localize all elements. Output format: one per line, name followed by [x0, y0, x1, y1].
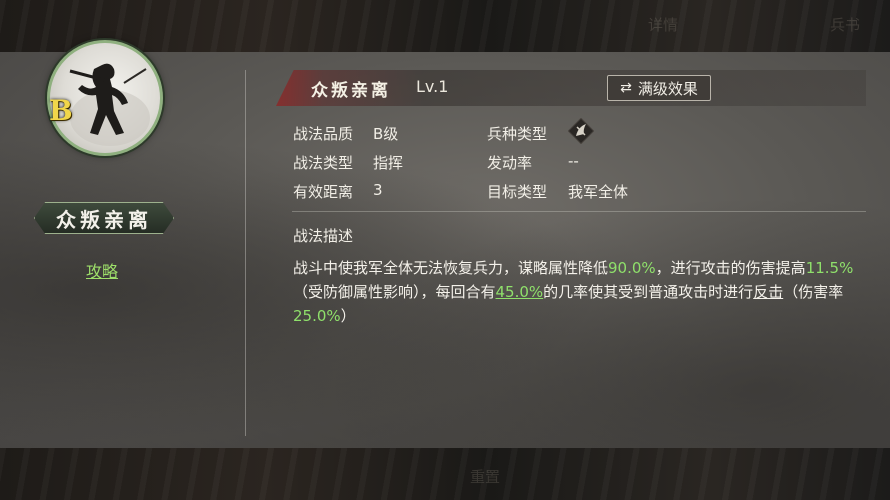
- background-bottom-hint: 重置: [470, 468, 501, 486]
- skill-level: Lv.1: [416, 77, 449, 96]
- trigger-rate-label: 发动率: [487, 154, 533, 172]
- troop-type-icon: [568, 118, 594, 144]
- grade-badge: B: [49, 94, 73, 127]
- range-value: 3: [373, 181, 383, 199]
- guide-link[interactable]: 攻略: [86, 258, 118, 282]
- skill-name: 众叛亲离: [311, 81, 391, 101]
- background-top: [0, 0, 890, 52]
- swap-icon: ⇄: [620, 80, 632, 96]
- desc-value-damage-rate: 25.0%: [293, 307, 341, 325]
- desc-text-4: 的几率使其受到普通攻击时进行: [543, 283, 754, 301]
- type-label: 战法类型: [293, 154, 354, 172]
- column-divider: [245, 70, 246, 436]
- range-label: 有效距离: [293, 183, 354, 201]
- quality-label: 战法品质: [293, 125, 354, 143]
- background-tab-left: 详情: [648, 16, 679, 34]
- counterattack-link[interactable]: 反击: [753, 283, 783, 301]
- description-heading: 战法描述: [293, 227, 354, 245]
- troop-type-label: 兵种类型: [487, 125, 548, 143]
- background-tab-right: 兵书: [830, 16, 861, 34]
- skill-description: 战斗中使我军全体无法恢复兵力，谋略属性降低90.0%，进行攻击的伤害提高11.5…: [293, 256, 863, 328]
- desc-text-5: （伤害率: [783, 283, 844, 301]
- desc-value-strategy-reduction: 90.0%: [608, 259, 656, 277]
- skill-name-plate-text: 众叛亲离: [56, 207, 152, 232]
- max-effect-button[interactable]: ⇄ 满级效果: [607, 75, 711, 101]
- quality-value: B级: [373, 125, 399, 143]
- desc-value-damage-increase: 11.5%: [805, 259, 854, 277]
- trigger-rate-value: --: [568, 152, 579, 170]
- desc-value-chance[interactable]: 45.0%: [496, 283, 544, 301]
- type-value: 指挥: [373, 154, 404, 172]
- skill-name-plate: 众叛亲离: [34, 202, 174, 234]
- desc-text-2: ，进行攻击的伤害提高: [655, 259, 806, 277]
- desc-text-3: （受防御属性影响），每回合有: [293, 283, 496, 301]
- desc-text-6: ）: [340, 307, 356, 325]
- desc-text-1: 战斗中使我军全体无法恢复兵力，谋略属性降低: [293, 259, 609, 277]
- section-divider: [292, 211, 866, 212]
- target-type-label: 目标类型: [487, 183, 548, 201]
- background-bottom: [0, 448, 890, 500]
- max-effect-label: 满级效果: [637, 79, 698, 98]
- target-type-value: 我军全体: [568, 183, 629, 201]
